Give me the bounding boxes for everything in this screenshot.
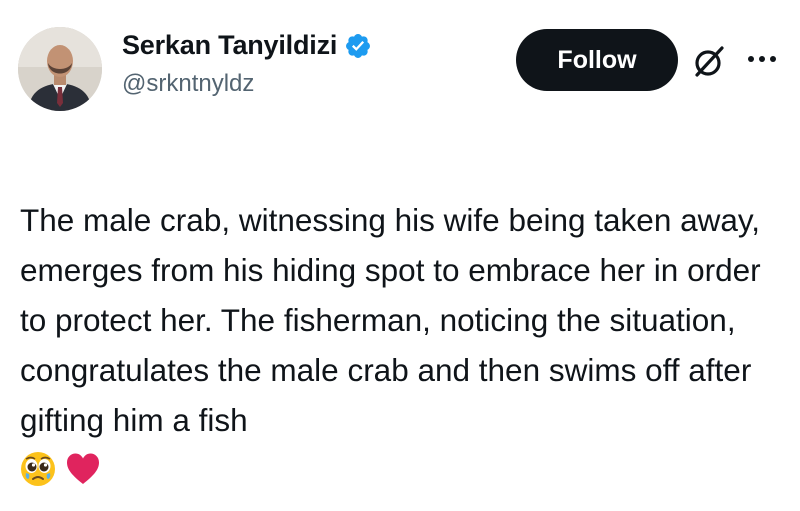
author-name-row: Serkan Tanyildizi xyxy=(122,30,372,61)
follow-button[interactable]: Follow xyxy=(516,29,678,91)
verified-badge-icon xyxy=(346,33,371,58)
author-display-name[interactable]: Serkan Tanyildizi xyxy=(122,30,337,61)
tweet-card: Serkan Tanyildizi @srkntnyldz Follow The… xyxy=(0,0,800,511)
tweet-body: The male crab, witnessing his wife being… xyxy=(20,195,792,501)
avatar[interactable] xyxy=(18,27,102,111)
grok-icon[interactable] xyxy=(690,42,728,80)
red-heart-emoji xyxy=(65,451,101,501)
author-handle[interactable]: @srkntnyldz xyxy=(122,70,254,98)
more-icon[interactable] xyxy=(746,52,778,66)
pleading-face-emoji xyxy=(20,451,56,501)
tweet-text: The male crab, witnessing his wife being… xyxy=(20,202,761,438)
